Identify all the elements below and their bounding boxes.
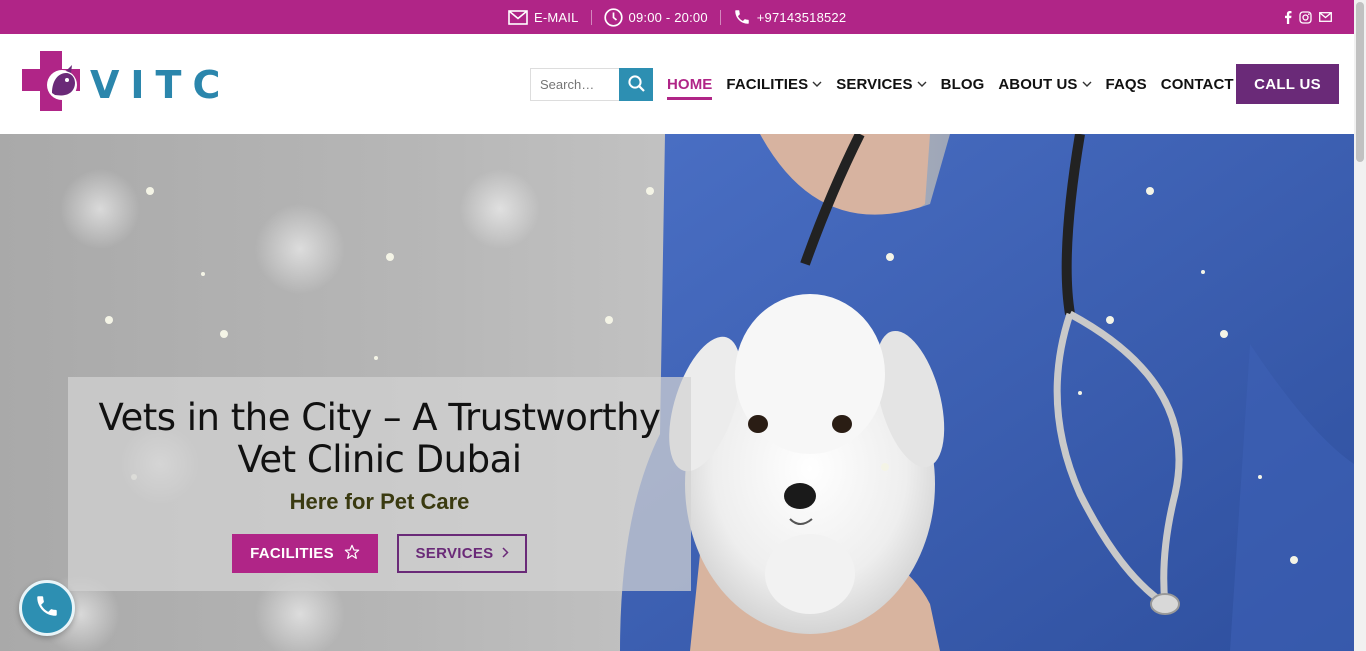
nav-item-blog[interactable]: BLOG [941, 68, 985, 101]
top-bar: E-MAIL 09:00 - 20:00 +97143518522 [0, 0, 1354, 34]
top-bar-contacts: E-MAIL 09:00 - 20:00 +97143518522 [508, 0, 846, 34]
search-icon [627, 74, 645, 95]
page: E-MAIL 09:00 - 20:00 +97143518522 VITC S… [0, 0, 1366, 651]
phone-icon [34, 593, 60, 624]
nav-label: FACILITIES [726, 76, 809, 93]
facebook-icon[interactable] [1284, 10, 1292, 24]
facilities-button[interactable]: FACILITIES [232, 534, 378, 573]
nav-label: ABOUT US [998, 76, 1078, 93]
chevron-right-icon [501, 545, 509, 562]
phone-link[interactable]: +97143518522 [733, 8, 847, 26]
chevron-down-icon [917, 81, 927, 88]
instagram-icon[interactable] [1299, 10, 1312, 24]
nav-item-home[interactable]: HOME [667, 68, 713, 101]
divider [719, 9, 721, 25]
button-label: SERVICES [415, 545, 494, 562]
button-label: FACILITIES [250, 545, 334, 562]
nav-item-facilities[interactable]: FACILITIES [726, 68, 822, 101]
logo-text-value: VITC [90, 62, 232, 107]
nav-item-faqs[interactable]: FAQS [1106, 68, 1147, 101]
nav-label: FAQS [1105, 76, 1147, 93]
main-nav: HOME FACILITIES SERVICES BLOG ABOUT US F… [667, 68, 1273, 101]
nav-item-services[interactable]: SERVICES [836, 68, 927, 101]
site-header: VITC HOME FACILITIES SERVICES BLOG ABOUT… [0, 34, 1354, 134]
search-form [530, 68, 653, 101]
chevron-down-icon [1082, 81, 1092, 88]
nav-label: SERVICES [836, 76, 913, 93]
logo-text: VITC [90, 63, 231, 107]
site-logo[interactable]: VITC [22, 49, 231, 118]
star-icon [344, 544, 360, 564]
nav-item-about-us[interactable]: ABOUT US [998, 68, 1092, 101]
hero-banner: Vets in the City – A Trustworthy Vet Cli… [0, 134, 1354, 651]
nav-label: HOME [667, 76, 713, 93]
phone-number: +97143518522 [756, 9, 847, 25]
hours-text: 09:00 - 20:00 [628, 9, 708, 25]
chevron-down-icon [812, 81, 822, 88]
opening-hours: 09:00 - 20:00 [603, 7, 708, 27]
call-us-button[interactable]: CALL US [1236, 64, 1339, 104]
email-link[interactable]: E-MAIL [508, 10, 579, 25]
search-input[interactable] [530, 68, 619, 101]
social-links [1284, 0, 1332, 34]
envelope-icon[interactable] [1319, 12, 1332, 22]
floating-call-button[interactable] [19, 580, 75, 636]
envelope-icon [508, 9, 528, 25]
hero-subtitle: Here for Pet Care [289, 489, 470, 514]
search-button[interactable] [619, 68, 653, 101]
divider [590, 9, 592, 25]
email-label: E-MAIL [534, 9, 579, 25]
hero-caption: Vets in the City – A Trustworthy Vet Cli… [68, 377, 691, 591]
logo-cross-icon [22, 49, 80, 118]
clock-icon [603, 7, 623, 27]
phone-icon [733, 8, 751, 26]
services-button[interactable]: SERVICES [397, 534, 527, 573]
nav-label: BLOG [940, 76, 985, 93]
page-scrollbar[interactable] [1354, 0, 1366, 651]
hero-title: Vets in the City – A Trustworthy Vet Cli… [98, 396, 661, 481]
scrollbar-thumb[interactable] [1356, 2, 1364, 162]
